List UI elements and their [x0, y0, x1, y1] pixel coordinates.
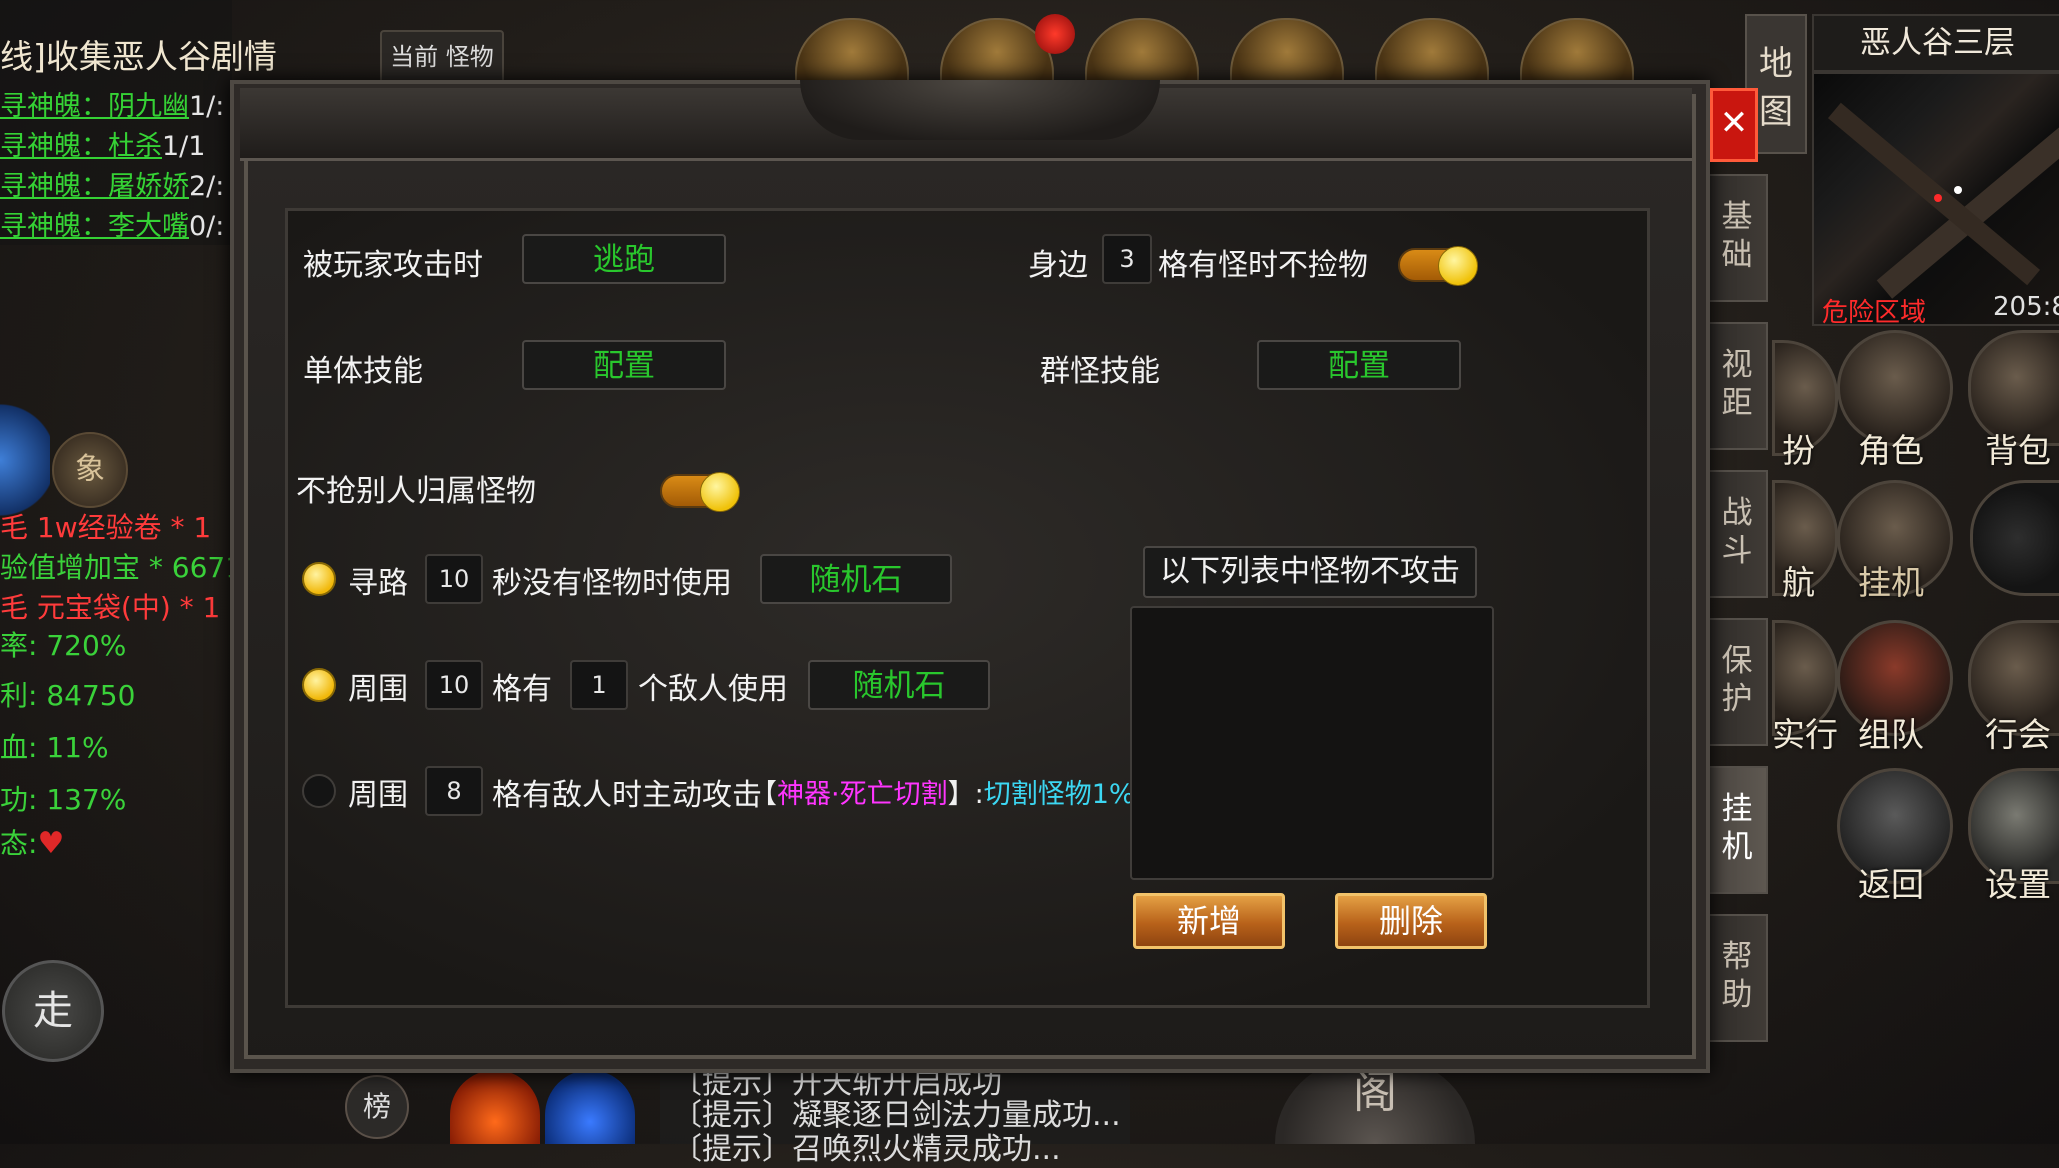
character-label: 角色 — [1858, 431, 1924, 470]
auto-hang-label: 挂机 — [1858, 563, 1924, 602]
quest-prefix: 寻 — [0, 171, 27, 202]
stat-state: 态:♥ — [0, 822, 64, 862]
single-skill-config-button[interactable]: 配置 — [522, 340, 726, 390]
quest-item[interactable]: 寻神魄：屠娇娇2/: — [0, 164, 224, 203]
quest-title[interactable]: 线]收集恶人谷剧情 — [0, 30, 277, 78]
tooltip-close-bracket: 】: — [947, 779, 984, 810]
surround-range-input[interactable]: 10 — [425, 660, 483, 710]
group-skill-label: 群怪技能 — [1040, 354, 1160, 389]
auto-attack-radio[interactable] — [302, 774, 336, 808]
return-label: 返回 — [1858, 865, 1924, 904]
nearby-distance-input[interactable]: 3 — [1102, 234, 1152, 284]
quest-count: 2/: — [189, 171, 225, 202]
heart-icon: ♥ — [37, 826, 65, 861]
tooltip-open-bracket: 【 — [750, 779, 777, 810]
tab-view-distance[interactable]: 视 距 — [1706, 322, 1768, 450]
stat-gold: 利: 84750 — [0, 679, 136, 712]
exclude-monster-list[interactable] — [1130, 606, 1494, 880]
quest-prefix: 寻 — [0, 211, 27, 242]
compass-button[interactable] — [1970, 480, 2059, 596]
quest-count: 1/: — [189, 91, 225, 122]
exclude-list-header: 以下列表中怪物不攻击 — [1143, 546, 1477, 598]
quest-target: 神魄：阴九幽 — [27, 91, 189, 122]
minimap[interactable] — [1812, 72, 2059, 326]
drop-item-exp-scroll: 毛 1w经验卷 * 1 — [0, 511, 212, 544]
quest-count: 1/1 — [162, 131, 206, 162]
group-skill-config-button[interactable]: 配置 — [1257, 340, 1461, 390]
nearby-prefix-label: 身边 — [1028, 248, 1088, 283]
bag-label: 背包 — [1985, 431, 2051, 470]
surround-enemies-radio[interactable] — [302, 668, 336, 702]
map-title: 恶人谷三层 — [1812, 14, 2059, 72]
navigate-label: 航 — [1782, 563, 1815, 602]
pathfind-seconds-input[interactable]: 10 — [425, 554, 483, 604]
weapon-name: 神器·死亡切割 — [777, 779, 948, 810]
pathfind-middle-label: 秒没有怪物时使用 — [492, 566, 732, 601]
pathfind-label: 寻路 — [348, 566, 408, 601]
single-skill-label: 单体技能 — [303, 354, 423, 389]
mana-orb-fragment — [0, 400, 50, 520]
quest-item[interactable]: 寻神魄：李大嘴0/: — [0, 204, 224, 243]
toggle-knob — [700, 472, 740, 512]
dragon-emblem-icon[interactable]: 象 — [52, 432, 128, 508]
toggle-knob — [1438, 246, 1478, 286]
settings-label: 设置 — [1985, 865, 2051, 904]
drop-item-ingot-bag: 毛 元宝袋(中) * 1 — [0, 591, 221, 624]
guild-label: 行会 — [1985, 715, 2051, 754]
mana-orb — [545, 1070, 635, 1144]
attacked-action-button[interactable]: 逃跑 — [522, 234, 726, 284]
tab-help[interactable]: 帮 助 — [1706, 914, 1768, 1042]
attacked-by-player-label: 被玩家攻击时 — [303, 248, 483, 283]
costume-label: 扮 — [1782, 431, 1815, 470]
player-marker-icon — [1954, 186, 1962, 194]
close-button[interactable]: ✕ — [1710, 88, 1758, 162]
stat-blood: 血: 11% — [0, 731, 109, 764]
auto-attack-label: 周围 — [348, 778, 408, 813]
rank-button[interactable]: 榜 — [345, 1075, 409, 1139]
team-label: 组队 — [1858, 715, 1924, 754]
add-button[interactable]: 新增 — [1133, 893, 1285, 949]
nearby-suffix-label: 格有怪时不捡物 — [1158, 248, 1368, 283]
chat-line: 〔提示〕召唤烈火精灵成功... — [672, 1132, 1061, 1167]
delete-button[interactable]: 删除 — [1335, 893, 1487, 949]
no-steal-toggle[interactable] — [660, 472, 740, 512]
tab-auto-hang[interactable]: 挂 机 — [1706, 766, 1768, 894]
pathfind-item-button[interactable]: 随机石 — [760, 554, 952, 604]
quest-target: 神魄：李大嘴 — [27, 211, 189, 242]
no-steal-monsters-label: 不抢别人归属怪物 — [296, 474, 536, 509]
quest-target: 神魄：屠娇娇 — [27, 171, 189, 202]
surround-label: 周围 — [348, 672, 408, 707]
drop-item-exp-bonus: 验值增加宝 * 6671 — [0, 551, 244, 584]
quest-count: 0/: — [189, 211, 225, 242]
execute-label: 实行 — [1772, 715, 1838, 754]
coordinates-label: 205:8 — [1993, 292, 2059, 322]
enemy-marker-icon — [1934, 194, 1942, 202]
quest-prefix: 寻 — [0, 91, 27, 122]
tab-combat[interactable]: 战 斗 — [1706, 470, 1768, 598]
enemy-count-input[interactable]: 1 — [570, 660, 628, 710]
quest-item[interactable]: 寻神魄：杜杀1/1 — [0, 124, 205, 163]
quest-prefix: 寻 — [0, 131, 27, 162]
auto-attack-range-input[interactable]: 8 — [425, 766, 483, 816]
tab-basic[interactable]: 基 础 — [1706, 174, 1768, 302]
no-pickup-toggle[interactable] — [1398, 246, 1478, 286]
stat-attack: 功: 137% — [0, 783, 127, 816]
stat-state-label: 态: — [0, 827, 38, 860]
health-orb — [450, 1070, 540, 1144]
surround-middle-label: 格有 — [492, 672, 552, 707]
quest-target: 神魄：杜杀 — [27, 131, 162, 162]
dialog-header-ornament — [800, 80, 1160, 140]
walk-button[interactable]: 走 — [2, 960, 104, 1062]
stat-rate: 率: 720% — [0, 629, 127, 662]
notification-dot-icon — [1035, 14, 1075, 54]
quest-item[interactable]: 寻神魄：阴九幽1/: — [0, 84, 224, 123]
tab-protection[interactable]: 保 护 — [1706, 618, 1768, 746]
danger-zone-label: 危险区域 — [1822, 298, 1927, 328]
pathfind-radio[interactable] — [302, 562, 336, 596]
auto-attack-suffix-label: 格有敌人时主动攻击 — [492, 778, 762, 813]
surround-suffix-label: 个敌人使用 — [638, 672, 788, 707]
surround-item-button[interactable]: 随机石 — [808, 660, 990, 710]
